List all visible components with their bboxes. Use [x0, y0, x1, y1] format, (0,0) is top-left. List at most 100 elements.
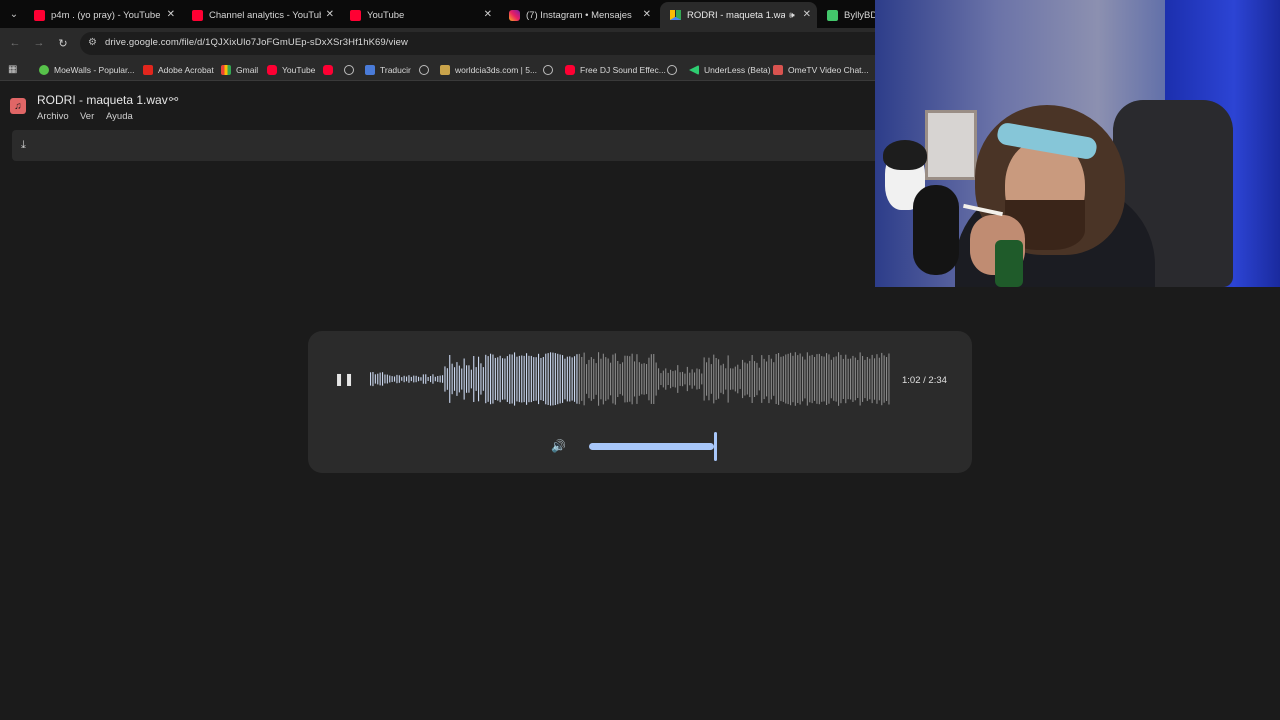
bookmark-adobe-acrobat[interactable]: Adobe Acrobat: [143, 63, 214, 77]
screen: ⌄ p4m . (yo pray) - YouTube ✕ Channel an…: [0, 0, 1280, 720]
address-bar[interactable]: ⚙ drive.google.com/file/d/1QJXixUlo7JoFG…: [80, 32, 875, 55]
audio-player: ❚❚ 1:02 / 2:34 🔊: [308, 331, 972, 473]
waveform-bar: [473, 356, 475, 402]
waveform-bar: [732, 368, 734, 390]
bookmark-underless[interactable]: UnderLess (Beta): [689, 63, 771, 77]
waveform-bar: [418, 376, 420, 382]
tab-drive-rodri[interactable]: RODRI - maqueta 1.wav - G 🕪 ✕: [660, 2, 817, 28]
tab-youtube-p4m[interactable]: p4m . (yo pray) - YouTube ✕: [24, 2, 181, 28]
viewer-toolbar: ⤓: [12, 130, 875, 161]
volume-slider[interactable]: [589, 443, 714, 450]
webcam-microphone: [913, 185, 959, 275]
menu-archivo[interactable]: Archivo: [37, 111, 69, 122]
waveform-bar: [574, 356, 576, 402]
waveform-bar: [636, 354, 638, 404]
tab-channel-analytics[interactable]: Channel analytics - YouTube St ✕: [182, 2, 340, 28]
waveform-bar: [571, 357, 573, 401]
waveform-bar: [818, 353, 820, 405]
tab-kick[interactable]: ByllyBDZ: [817, 2, 875, 28]
menu-ver[interactable]: Ver: [80, 111, 94, 122]
waveform-bar: [665, 368, 667, 390]
bookmark-globe-1[interactable]: [344, 63, 359, 77]
waveform-bar: [686, 366, 688, 392]
bookmark-youtube[interactable]: YouTube: [267, 63, 315, 77]
bookmark-worldcia[interactable]: worldcia3ds.com | 5...: [440, 63, 537, 77]
waveform-bar: [862, 356, 864, 402]
apps-grid-icon[interactable]: ▦: [8, 64, 17, 75]
youtube-studio-icon: [192, 9, 203, 21]
speaker-icon[interactable]: 🕪: [789, 10, 795, 21]
worldcia-icon: [440, 65, 450, 75]
tab-title: Channel analytics - YouTube St: [209, 9, 321, 21]
waveform-bar: [828, 354, 830, 404]
close-icon[interactable]: ✕: [803, 9, 811, 20]
waveform-bar: [509, 354, 511, 404]
gmail-icon: [221, 65, 231, 75]
bookmark-gmail[interactable]: Gmail: [221, 63, 258, 77]
bookmark-globe-4[interactable]: [667, 63, 682, 77]
tab-search-chevron-icon[interactable]: ⌄: [6, 6, 22, 22]
address-url[interactable]: drive.google.com/file/d/1QJXixUlo7JoFGmU…: [105, 37, 408, 48]
waveform-bar: [569, 356, 571, 402]
waveform-bar: [662, 370, 664, 388]
waveform-bar: [653, 354, 655, 404]
waveform-bar: [528, 355, 530, 403]
waveform-bar: [523, 355, 525, 403]
download-icon[interactable]: ⤓: [21, 139, 26, 152]
bookmark-traducir[interactable]: Traducir: [365, 63, 411, 77]
bookmark-label: Traducir: [380, 65, 411, 75]
waveform-bar: [595, 363, 597, 395]
webcam-bottle: [995, 240, 1023, 287]
waveform-bar: [833, 357, 835, 401]
bookmark-ometv[interactable]: OmeTV Video Chat...: [773, 63, 869, 77]
waveform-bar: [734, 366, 736, 392]
waveform-bar: [612, 354, 614, 404]
tab-instagram[interactable]: (7) Instagram • Mensajes ✕: [499, 2, 657, 28]
waveform-bar: [463, 358, 465, 400]
volume-slider-handle[interactable]: [714, 432, 717, 461]
waveform-bar: [670, 369, 672, 389]
waveform-bar: [444, 366, 446, 392]
waveform-bar: [811, 354, 813, 404]
bookmark-free-dj[interactable]: Free DJ Sound Effec...: [565, 63, 666, 77]
back-arrow-icon[interactable]: ←: [8, 36, 22, 50]
waveform-seekbar[interactable]: [370, 347, 892, 411]
waveform-bar: [886, 357, 888, 401]
menu-ayuda[interactable]: Ayuda: [106, 111, 133, 122]
tab-youtube[interactable]: YouTube ✕: [340, 2, 498, 28]
waveform-bar: [466, 365, 468, 393]
waveform-bar: [370, 372, 372, 386]
waveform-bar: [725, 368, 727, 390]
waveform-bar: [533, 357, 535, 401]
waveform-bar: [698, 369, 700, 389]
waveform-bar: [490, 353, 492, 405]
bookmark-youtube-2[interactable]: [323, 63, 338, 77]
waveform-bar: [854, 357, 856, 401]
waveform-bar: [742, 359, 744, 399]
waveform-bar: [382, 372, 384, 386]
forward-arrow-icon[interactable]: →: [32, 36, 46, 50]
close-icon[interactable]: ✕: [167, 9, 175, 20]
waveform-bar: [761, 355, 763, 403]
bookmark-globe-2[interactable]: [419, 63, 434, 77]
waveform-bar: [372, 372, 374, 387]
bookmark-label: Free DJ Sound Effec...: [580, 65, 666, 75]
pause-button[interactable]: ❚❚: [334, 365, 354, 393]
close-icon[interactable]: ✕: [326, 9, 334, 20]
waveform-bar: [792, 355, 794, 403]
waveform-bar: [514, 352, 516, 406]
bookmark-moewalls[interactable]: MoeWalls - Popular...: [39, 63, 134, 77]
close-icon[interactable]: ✕: [484, 9, 492, 20]
waveform-bar: [586, 364, 588, 394]
waveform-bar: [746, 363, 748, 395]
waveform-bar: [554, 353, 556, 405]
bookmark-globe-3[interactable]: [543, 63, 558, 77]
waveform-bar: [713, 354, 715, 404]
site-info-icon[interactable]: ⚙: [88, 37, 97, 48]
shared-icon[interactable]: ⚯: [169, 93, 178, 106]
waveform-bar: [542, 357, 544, 401]
waveform-bar: [518, 355, 520, 403]
volume-icon[interactable]: 🔊: [551, 439, 566, 453]
close-icon[interactable]: ✕: [643, 9, 651, 20]
reload-icon[interactable]: ↻: [56, 36, 70, 50]
